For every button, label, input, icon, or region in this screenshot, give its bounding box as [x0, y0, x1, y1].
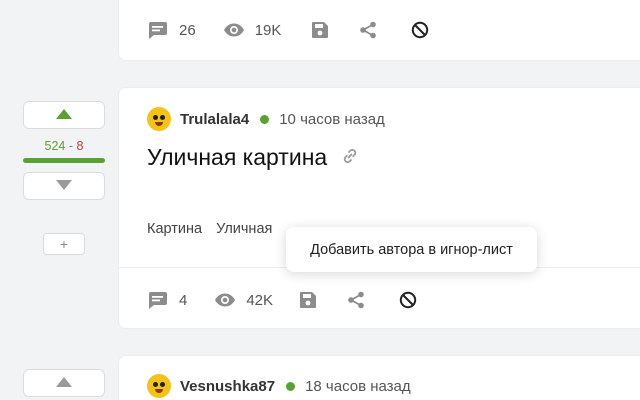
views-count: 42K [246, 291, 274, 309]
views-counter: 19K [223, 21, 282, 39]
arrow-down-icon [56, 177, 72, 195]
upvote-button[interactable] [23, 369, 105, 397]
vote-panel: 524 - 8 [23, 101, 105, 200]
block-icon [411, 21, 429, 39]
share-button[interactable] [359, 21, 377, 39]
post-time: 10 часов назад [279, 110, 385, 128]
add-button[interactable]: + [43, 233, 85, 255]
post-time: 18 часов назад [305, 377, 411, 395]
ignore-author-tooltip: Добавить автора в игнор-лист [286, 227, 537, 272]
story-card: 26 19K [118, 0, 640, 61]
tag-item[interactable]: Картина [147, 221, 202, 237]
rating-bar [23, 158, 105, 163]
story-author: Trulalala4 10 часов назад [147, 107, 385, 131]
story-author: Vesnushka87 18 часов назад [147, 374, 411, 398]
story-title: Уличная картина [147, 144, 359, 171]
ignore-author-button[interactable] [399, 291, 417, 309]
story-title-text[interactable]: Уличная картина [147, 144, 327, 171]
block-icon [399, 291, 417, 309]
author-name[interactable]: Trulalala4 [180, 111, 249, 128]
downvote-button[interactable] [23, 172, 105, 200]
views-count: 19K [254, 21, 282, 39]
online-indicator [260, 114, 270, 124]
comments-count: 4 [179, 291, 188, 309]
views-counter: 42K [214, 292, 273, 309]
rating-score: 524 - 8 [23, 139, 105, 153]
vote-panel [23, 369, 105, 397]
comments-count: 26 [179, 21, 196, 39]
arrow-up-icon [56, 374, 72, 392]
comment-icon [147, 290, 169, 310]
author-name[interactable]: Vesnushka87 [180, 378, 275, 395]
save-icon [299, 291, 317, 309]
story-actions: 26 19K [147, 20, 429, 40]
comments-button[interactable]: 26 [147, 20, 196, 40]
online-indicator [286, 381, 296, 391]
comment-icon [147, 20, 169, 40]
share-icon [347, 291, 365, 309]
tag-list: Картина Уличная [147, 221, 286, 237]
avatar[interactable] [147, 374, 171, 398]
arrow-up-icon [56, 106, 72, 124]
rating-plus: 524 [44, 139, 66, 153]
save-button[interactable] [311, 21, 329, 39]
rating-separator: - [68, 139, 74, 153]
ignore-author-button[interactable] [411, 21, 429, 39]
eye-icon [223, 22, 245, 38]
tag-item[interactable]: Уличная [216, 221, 272, 237]
rating-minus: 8 [76, 139, 84, 153]
save-button[interactable] [299, 291, 317, 309]
share-icon [359, 21, 377, 39]
story-actions: 4 42K [147, 290, 417, 310]
avatar[interactable] [147, 107, 171, 131]
save-icon [311, 21, 329, 39]
share-button[interactable] [347, 291, 365, 309]
story-card: Trulalala4 10 часов назад Уличная картин… [118, 87, 640, 329]
link-icon[interactable] [341, 144, 359, 171]
story-card: Vesnushka87 18 часов назад [118, 355, 640, 400]
comments-button[interactable]: 4 [147, 290, 187, 310]
eye-icon [214, 292, 236, 308]
upvote-button[interactable] [23, 101, 105, 129]
